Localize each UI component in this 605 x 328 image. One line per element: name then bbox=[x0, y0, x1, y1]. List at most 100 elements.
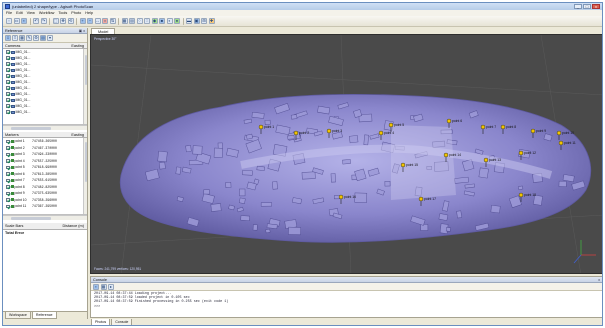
building-block bbox=[192, 145, 203, 155]
clear-icon[interactable]: ▦ bbox=[19, 35, 25, 41]
view-errors-icon[interactable]: ▤ bbox=[40, 35, 46, 41]
console-toolbar: ▪ ▦ ▸ bbox=[91, 283, 602, 291]
marker-easting[interactable]: 747367.295000 bbox=[32, 203, 57, 210]
console-close-icon[interactable]: x bbox=[598, 277, 600, 283]
marker-checkbox[interactable] bbox=[6, 191, 10, 195]
toolbar-separator bbox=[49, 17, 50, 25]
camera-checkbox[interactable] bbox=[6, 92, 10, 96]
panel-close-icon[interactable]: ▣ x bbox=[79, 28, 85, 34]
marker-row[interactable]: point 11 747367.295000 bbox=[3, 203, 87, 210]
scalebars-distance-header[interactable]: Distance (m) bbox=[62, 223, 84, 229]
dense-cloud-icon[interactable]: ⁙ bbox=[144, 18, 150, 24]
model-icon[interactable]: ▦ bbox=[121, 18, 128, 24]
camera-checkbox[interactable] bbox=[6, 62, 10, 66]
open-icon[interactable]: ▭ bbox=[13, 18, 20, 24]
scalebars-header: Scale Bars Distance (m) bbox=[3, 223, 87, 230]
navigation-icon[interactable]: ✥ bbox=[60, 18, 66, 24]
textured-icon[interactable]: ● bbox=[174, 18, 180, 24]
camera-checkbox[interactable] bbox=[6, 50, 10, 54]
marker-icon[interactable]: ▬ bbox=[186, 18, 192, 24]
tab-workspace[interactable]: Workspace bbox=[5, 312, 31, 319]
building-block bbox=[239, 188, 246, 197]
toolbar-separator bbox=[118, 17, 119, 25]
console-output: 2017-09-14 08:37:44 Loading project... 2… bbox=[91, 291, 602, 310]
scrollbar-thumb[interactable] bbox=[11, 127, 51, 130]
save-icon[interactable]: ▪ bbox=[21, 18, 27, 24]
scrollbar-thumb[interactable] bbox=[11, 217, 51, 220]
marker-checkbox[interactable] bbox=[6, 198, 10, 202]
grid-icon[interactable]: ⊞ bbox=[201, 18, 207, 24]
markers-scrollbar[interactable] bbox=[83, 138, 87, 214]
marker-checkbox[interactable] bbox=[6, 152, 10, 156]
rotate-icon[interactable]: ⟲ bbox=[67, 18, 74, 24]
shaded-icon[interactable]: ◐ bbox=[166, 18, 173, 24]
redo-icon[interactable]: ↷ bbox=[40, 18, 47, 24]
marker-checkbox[interactable] bbox=[6, 178, 10, 182]
reset-view-icon[interactable]: × bbox=[102, 18, 108, 24]
markers-hscrollbar[interactable] bbox=[3, 215, 87, 220]
marker-checkbox[interactable] bbox=[6, 185, 10, 189]
minimize-button[interactable]: _ bbox=[574, 4, 582, 9]
marker-checkbox[interactable] bbox=[6, 159, 10, 163]
solid-icon[interactable]: ■ bbox=[159, 18, 165, 24]
building-block bbox=[210, 203, 222, 212]
building-block bbox=[445, 227, 451, 232]
export-icon[interactable]: ⇧ bbox=[12, 35, 18, 41]
cameras-easting-header[interactable]: Easting bbox=[71, 43, 84, 48]
camera-checkbox[interactable] bbox=[6, 98, 10, 102]
camera-checkbox[interactable] bbox=[6, 74, 10, 78]
marker-name-cell: point 11 bbox=[6, 203, 32, 210]
scrollbar-thumb[interactable] bbox=[84, 55, 87, 85]
undo-icon[interactable]: ↶ bbox=[33, 18, 39, 24]
point-cloud-icon[interactable]: ⁘ bbox=[136, 18, 143, 24]
marker-checkbox[interactable] bbox=[6, 139, 10, 143]
marker-checkbox[interactable] bbox=[6, 165, 10, 169]
import-icon[interactable]: ⇩ bbox=[5, 35, 11, 41]
building-block bbox=[290, 114, 298, 120]
marker-checkbox[interactable] bbox=[6, 146, 10, 150]
left-panel-tabs: Workspace Reference bbox=[3, 311, 87, 319]
model-viewport[interactable]: point 1 point 2 point 3 point 4 point 5 point… bbox=[90, 34, 603, 274]
zoom-out-icon[interactable]: − bbox=[87, 18, 93, 24]
camera-checkbox[interactable] bbox=[6, 56, 10, 60]
new-icon[interactable]: ▫ bbox=[6, 18, 12, 24]
marker-pin-icon bbox=[518, 150, 524, 156]
toolbar-separator bbox=[182, 17, 184, 25]
save-log-icon[interactable]: ▪ bbox=[93, 283, 99, 290]
settings-icon[interactable]: ✎ bbox=[26, 35, 32, 41]
console-prompt[interactable]: >>> bbox=[94, 305, 599, 309]
camera-checkbox[interactable] bbox=[6, 86, 10, 90]
tab-reference[interactable]: Reference bbox=[31, 312, 57, 319]
marker-label: point 17 bbox=[424, 197, 436, 201]
maximize-button[interactable]: □ bbox=[583, 4, 591, 9]
camera-checkbox[interactable] bbox=[6, 110, 10, 114]
wireframe-icon[interactable]: ◆ bbox=[151, 18, 158, 24]
cameras-hscrollbar[interactable] bbox=[3, 125, 87, 130]
markers-easting-header[interactable]: Easting bbox=[71, 132, 84, 137]
view-source-icon[interactable]: ▾ bbox=[47, 35, 53, 41]
camera-checkbox[interactable] bbox=[6, 80, 10, 84]
texture-icon[interactable]: ▤ bbox=[129, 18, 135, 24]
tab-console[interactable]: Console bbox=[111, 319, 133, 325]
light-icon[interactable]: ✚ bbox=[208, 18, 215, 24]
ruler-icon[interactable]: ▣ bbox=[193, 18, 200, 24]
camera-icon[interactable]: ⇅ bbox=[109, 18, 116, 24]
move-icon[interactable]: ↔ bbox=[94, 18, 101, 24]
close-button[interactable]: x bbox=[592, 4, 600, 9]
camera-checkbox[interactable] bbox=[6, 68, 10, 72]
select-icon[interactable]: ⬚ bbox=[52, 18, 59, 24]
cameras-scrollbar[interactable] bbox=[83, 49, 87, 124]
run-script-icon[interactable]: ▸ bbox=[108, 283, 114, 290]
camera-row[interactable]: IMG_01... bbox=[3, 109, 87, 115]
marker-pin-icon bbox=[378, 130, 384, 136]
building-block bbox=[384, 181, 391, 187]
optimize-icon[interactable]: ⚙ bbox=[33, 35, 39, 41]
model-canvas[interactable]: point 1 point 2 point 3 point 4point 5 point… bbox=[91, 35, 603, 274]
scrollbar-thumb[interactable] bbox=[84, 142, 87, 182]
marker-checkbox[interactable] bbox=[6, 204, 10, 208]
tab-photos[interactable]: Photos bbox=[91, 319, 111, 325]
clear-log-icon[interactable]: ▦ bbox=[100, 283, 107, 290]
marker-checkbox[interactable] bbox=[6, 172, 10, 176]
zoom-in-icon[interactable]: + bbox=[79, 18, 86, 24]
camera-checkbox[interactable] bbox=[6, 104, 10, 108]
